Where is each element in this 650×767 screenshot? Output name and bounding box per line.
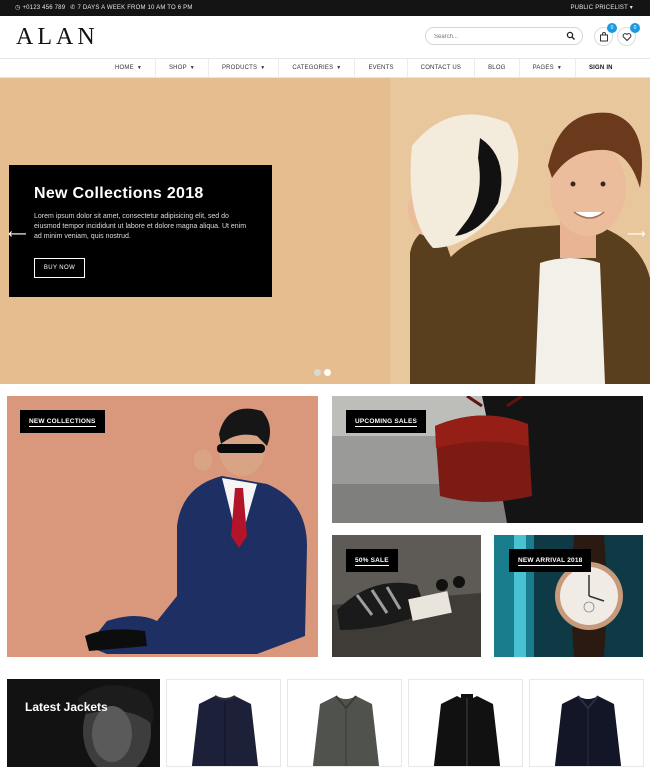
search-icon[interactable] — [566, 31, 576, 41]
search-input[interactable] — [434, 31, 554, 42]
upcoming-sales-label: UPCOMING SALES — [355, 418, 418, 427]
phone-icon: ✆ — [70, 5, 76, 11]
nav-item-label: PRODUCTS — [221, 65, 258, 71]
prev-arrow-icon[interactable]: ⟵ — [8, 226, 27, 242]
product-card-2[interactable] — [287, 679, 402, 767]
nav-item-shop[interactable]: SHOP ▼ — [156, 59, 209, 77]
new-arrival-tag: NEW ARRIVAL 2018 — [509, 549, 592, 572]
nav-item-label: SHOP — [168, 65, 187, 71]
nav-item-blog[interactable]: BLOG — [475, 59, 520, 77]
wishlist-count-badge: 0 — [630, 23, 640, 33]
caret-down-icon: ▼ — [556, 65, 562, 71]
sale-tag: 50% SALE — [346, 549, 398, 572]
logo[interactable]: ALAN — [16, 24, 99, 51]
nav-item-label: CONTACT US — [420, 65, 462, 71]
hero-title: New Collections 2018 — [34, 185, 204, 202]
upcoming-sales-tag: UPCOMING SALES — [346, 410, 427, 433]
cart-button[interactable]: 0 — [594, 23, 617, 46]
jacket-image — [554, 695, 622, 766]
phone-info: ◷ +0123 456 789 — [15, 4, 65, 11]
main-nav: HOME ▼ SHOP ▼ PRODUCTS ▼ CATEGORIES ▼ EVENTS CONT… — [0, 58, 650, 78]
pricelist-dropdown[interactable]: PUBLIC PRICELIST ▾ — [570, 4, 633, 11]
new-collections-label: NEW COLLECTIONS — [29, 418, 96, 427]
nav-item-label: HOME — [115, 65, 134, 71]
search-box — [425, 27, 583, 45]
product-card-4[interactable] — [529, 679, 644, 767]
banner-new-collections[interactable]: NEW COLLECTIONS — [7, 396, 318, 657]
slider-dot-2[interactable] — [324, 369, 331, 376]
nav-item-sign-in[interactable]: SIGN IN — [576, 59, 626, 77]
buy-now-button[interactable]: BUY NOW — [34, 258, 85, 278]
nav-item-label: EVENTS — [368, 65, 394, 71]
new-collections-tag: NEW COLLECTIONS — [20, 410, 105, 433]
phone-text: +0123 456 789 — [22, 5, 66, 11]
nav-item-events[interactable]: EVENTS — [355, 59, 408, 77]
nav-item-label: SIGN IN — [588, 65, 613, 71]
banner-upcoming-sales[interactable]: UPCOMING SALES — [332, 396, 643, 523]
product-card-1[interactable] — [166, 679, 281, 767]
clock-icon: ◷ — [15, 5, 21, 11]
top-bar: ◷ +0123 456 789 ✆ 7 DAYS A WEEK FROM 10 AM… — [0, 0, 650, 16]
nav-item-products[interactable]: PRODUCTS ▼ — [209, 59, 280, 77]
caret-down-icon: ▾ — [629, 5, 633, 11]
nav-list: HOME ▼ SHOP ▼ PRODUCTS ▼ CATEGORIES ▼ EVENTS CONT… — [102, 59, 626, 77]
caret-down-icon: ▼ — [336, 65, 342, 71]
nav-item-pages[interactable]: PAGES ▼ — [520, 59, 576, 77]
jacket-image — [312, 695, 380, 766]
hours-info: ✆ 7 DAYS A WEEK FROM 10 AM TO 6 PM — [70, 4, 192, 11]
caret-down-icon: ▼ — [260, 65, 266, 71]
cart-count-badge: 0 — [607, 23, 617, 33]
banner-sale[interactable]: 50% SALE — [332, 535, 481, 657]
nav-item-label: PAGES — [532, 65, 554, 71]
hours-text: 7 DAYS A WEEK FROM 10 AM TO 6 PM — [77, 5, 193, 11]
latest-jackets-title: Latest Jackets — [25, 700, 108, 714]
latest-jackets-image — [7, 679, 160, 767]
latest-jackets-banner[interactable]: Latest Jackets — [7, 679, 160, 767]
banner-image-man-suit — [7, 396, 318, 657]
caret-down-icon: ▼ — [189, 65, 195, 71]
hero-description: Lorem ipsum dolor sit amet, consectetur … — [34, 213, 247, 240]
nav-item-categories[interactable]: CATEGORIES ▼ — [279, 59, 356, 77]
heart-icon — [622, 33, 632, 42]
caret-down-icon: ▼ — [136, 65, 142, 71]
nav-item-home[interactable]: HOME ▼ — [102, 59, 156, 77]
next-arrow-icon[interactable]: ⟶ — [627, 226, 646, 242]
nav-item-contact-us[interactable]: CONTACT US — [408, 59, 476, 77]
hero-caption-box: New Collections 2018 Lorem ipsum dolor s… — [9, 165, 272, 297]
hero-slider: New Collections 2018 Lorem ipsum dolor s… — [0, 78, 650, 384]
banner-new-arrival[interactable]: NEW ARRIVAL 2018 — [494, 535, 643, 657]
slider-dots — [314, 369, 331, 376]
wishlist-button[interactable]: 0 — [617, 23, 640, 46]
new-arrival-label: NEW ARRIVAL 2018 — [518, 557, 583, 566]
nav-item-label: BLOG — [488, 65, 506, 71]
shopping-bag-icon — [600, 32, 608, 42]
header: ALAN 0 0 — [0, 16, 650, 58]
pricelist-label: PUBLIC PRICELIST — [570, 5, 628, 11]
slider-dot-1[interactable] — [314, 369, 321, 376]
jacket-image — [191, 695, 259, 766]
jacket-image — [433, 694, 501, 766]
nav-item-label: CATEGORIES — [292, 65, 334, 71]
sale-label: 50% SALE — [355, 557, 389, 566]
product-card-3[interactable] — [408, 679, 523, 767]
